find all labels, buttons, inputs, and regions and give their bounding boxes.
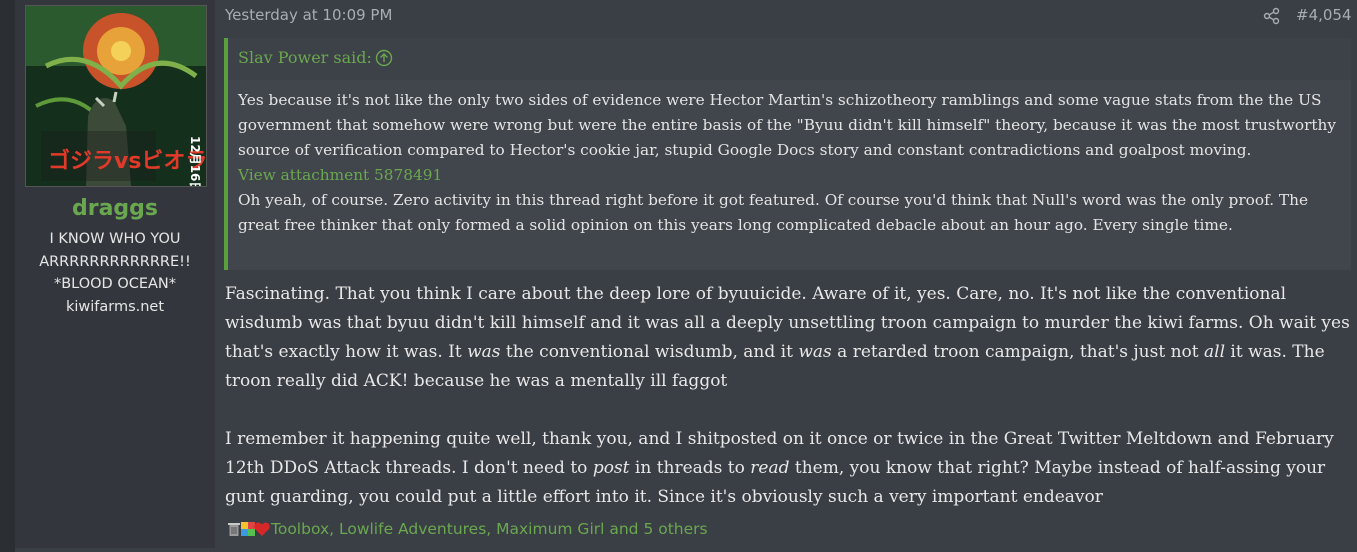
emphasis-text: was: [467, 342, 501, 362]
message-paragraph: Fascinating. That you think I care about…: [225, 284, 1350, 391]
emphasis-text: read: [750, 458, 790, 478]
quote-author[interactable]: Slav Power said:: [238, 48, 372, 67]
avatar-side-text: 12月16日上映: [188, 136, 203, 186]
quote-body: Yes because it's not like the only two s…: [238, 88, 1338, 238]
avatar-image: ゴジラvsビオランテ 12月16日上映: [26, 6, 206, 186]
reaction-icons: [225, 520, 270, 538]
user-info-panel: ゴジラvsビオランテ 12月16日上映 draggs I KNOW WHO YO…: [15, 0, 215, 548]
user-title-line: I KNOW WHO YOU: [49, 231, 181, 247]
emphasis-text: post: [592, 458, 630, 478]
avatar-title-text: ゴジラvsビオランテ: [48, 148, 206, 174]
quote-paragraph: Yes because it's not like the only two s…: [238, 91, 1337, 159]
avatar[interactable]: ゴジラvsビオランテ 12月16日上映: [25, 5, 207, 187]
message-body: Fascinating. That you think I care about…: [225, 280, 1355, 512]
heart-icon: [254, 522, 270, 536]
reactions-list[interactable]: Toolbox, Lowlife Adventures, Maximum Gir…: [271, 520, 708, 538]
user-title-line: kiwifarms.net: [65, 298, 165, 315]
forum-post: ゴジラvsビオランテ 12月16日上映 draggs I KNOW WHO YO…: [15, 0, 1357, 552]
post-date[interactable]: Yesterday at 10:09 PM: [225, 6, 392, 24]
quote-header: Slav Power said:: [228, 38, 1351, 80]
attachment-link[interactable]: View attachment 5878491: [238, 166, 442, 184]
message-paragraph: I remember it happening quite well, than…: [225, 429, 1334, 507]
username[interactable]: draggs: [15, 196, 215, 221]
user-title-line: ARRRRRRRRRRRRE!!: [39, 253, 191, 270]
emphasis-text: all: [1204, 342, 1226, 362]
user-title-line: *BLOOD OCEAN*: [53, 276, 177, 292]
emphasis-text: was: [798, 342, 832, 362]
share-icon[interactable]: [1263, 7, 1281, 25]
user-title: I KNOW WHO YOU ARRRRRRRRRRRRE!! *BLOOD O…: [15, 228, 215, 318]
arrow-up-circle-icon[interactable]: [375, 49, 393, 67]
post-number-link[interactable]: #4,054: [1296, 6, 1352, 24]
quote-paragraph: Oh yeah, of course. Zero activity in thi…: [238, 191, 1309, 234]
reactions-bar[interactable]: Toolbox, Lowlife Adventures, Maximum Gir…: [225, 518, 708, 540]
quote-block: Slav Power said: Yes because it's not li…: [224, 38, 1351, 270]
